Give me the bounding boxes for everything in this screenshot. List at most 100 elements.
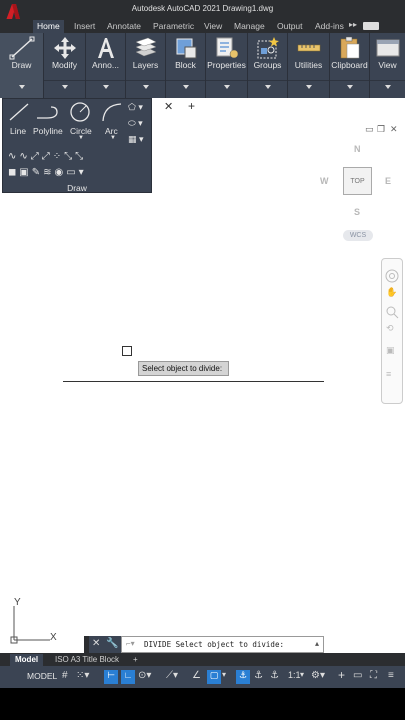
- panel-annotation-expand-icon[interactable]: [102, 85, 109, 89]
- close-command-line-icon[interactable]: ✕: [92, 638, 100, 649]
- tab-annotate[interactable]: Annotate: [103, 20, 145, 33]
- command-line-input[interactable]: ⌐▾ DIVIDE Select object to divide: ▴: [121, 636, 324, 653]
- panel-clipboard[interactable]: Clipboard: [330, 33, 370, 98]
- snap-icon[interactable]: ⁙▾: [76, 670, 89, 684]
- grid-icon[interactable]: #: [62, 670, 68, 684]
- tab-manage[interactable]: Manage: [230, 20, 269, 33]
- arc-dropdown-icon[interactable]: ▼: [110, 135, 116, 141]
- close-tab-icon[interactable]: ✕: [164, 100, 173, 113]
- circle-dropdown-icon[interactable]: ▼: [78, 135, 84, 141]
- isolate-objects-icon[interactable]: ▭: [353, 670, 362, 684]
- panel-groups-expand-icon[interactable]: [264, 85, 271, 89]
- panel-utilities-expand-icon[interactable]: [305, 85, 312, 89]
- region-tools-row[interactable]: ◼▣✎≋◉▭▾: [8, 167, 87, 178]
- wcs-menu[interactable]: WCS: [343, 230, 373, 241]
- steering-wheel-icon[interactable]: [385, 269, 399, 283]
- auto-scale-icon[interactable]: ⚓: [254, 670, 263, 684]
- tab-parametric[interactable]: Parametric: [149, 20, 198, 33]
- viewcube-west[interactable]: W: [320, 176, 329, 186]
- panel-clipboard-expand-icon[interactable]: [346, 85, 353, 89]
- isodraft-icon[interactable]: ⟋▾: [166, 670, 178, 684]
- object-snap-dropdown-icon[interactable]: ▾: [222, 670, 226, 684]
- viewport-close-icon[interactable]: ✕: [390, 124, 398, 135]
- tab-output[interactable]: Output: [273, 20, 307, 33]
- more-tabs-icon[interactable]: ▸▸: [349, 20, 357, 29]
- command-history-icon[interactable]: ▴: [315, 639, 319, 648]
- panel-groups[interactable]: Groups: [248, 33, 288, 98]
- tab-insert[interactable]: Insert: [70, 20, 99, 33]
- customize-wrench-icon[interactable]: 🔧: [106, 638, 118, 649]
- workspace-gear-icon[interactable]: ⚙▾: [311, 670, 325, 684]
- orbit-icon[interactable]: ⟲: [386, 323, 394, 334]
- object-snap-icon[interactable]: ▢: [207, 670, 221, 684]
- model-space-toggle[interactable]: MODEL: [27, 671, 57, 681]
- object-snap-tracking-icon[interactable]: ∠: [192, 670, 201, 684]
- tab-add-ins[interactable]: Add-ins: [311, 20, 348, 33]
- new-tab-icon[interactable]: +: [188, 99, 195, 113]
- viewport-minimize-icon[interactable]: ▭: [365, 124, 374, 135]
- viewcube-south[interactable]: S: [354, 207, 360, 217]
- panel-modify[interactable]: Modify: [44, 33, 86, 98]
- ortho-icon[interactable]: ∟: [121, 670, 135, 684]
- screen-bottom-bar: [0, 688, 405, 720]
- panel-block[interactable]: Block: [166, 33, 206, 98]
- panel-layers[interactable]: Layers: [126, 33, 166, 98]
- tab-view[interactable]: View: [200, 20, 226, 33]
- tab-iso-a3-title-block[interactable]: ISO A3 Title Block: [50, 654, 124, 666]
- infer-constraints-icon[interactable]: ⊢: [104, 670, 118, 684]
- polar-tracking-icon[interactable]: ⊙▾: [138, 670, 151, 684]
- panel-properties[interactable]: Properties: [206, 33, 248, 98]
- panel-draw-expand-icon[interactable]: [18, 85, 25, 89]
- annotation-scale-icon[interactable]: ⚓: [270, 670, 279, 684]
- arc-tool-icon[interactable]: [100, 101, 124, 123]
- panel-annotation[interactable]: Anno...: [86, 33, 126, 98]
- hatch-tool-icon[interactable]: ▦ ▾: [128, 134, 144, 145]
- panel-modify-divider: [44, 80, 85, 81]
- recent-commands-icon[interactable]: ⌐▾: [126, 639, 135, 648]
- drawing-canvas[interactable]: [0, 116, 405, 653]
- viewcube-top-face[interactable]: TOP: [343, 167, 372, 195]
- panel-properties-expand-icon[interactable]: [223, 85, 230, 89]
- viewcube-east[interactable]: E: [385, 176, 391, 186]
- panel-utilities[interactable]: Utilities: [288, 33, 330, 98]
- annotation-monitor-icon[interactable]: +: [338, 668, 345, 682]
- panel-layers-expand-icon[interactable]: [142, 85, 149, 89]
- fullscreen-icon[interactable]: ⛶: [370, 670, 377, 684]
- pan-icon[interactable]: ✋: [386, 287, 397, 298]
- paste-icon: [340, 36, 359, 59]
- group-icon: [257, 37, 279, 59]
- showmotion-icon[interactable]: ▣: [386, 345, 395, 356]
- tab-home[interactable]: Home: [33, 20, 64, 33]
- polyline-tool-icon[interactable]: [35, 102, 61, 122]
- line-tool-label[interactable]: Line: [10, 126, 26, 136]
- panel-modify-expand-icon[interactable]: [61, 85, 68, 89]
- polyline-tool-label[interactable]: Polyline: [33, 126, 63, 136]
- panel-block-expand-icon[interactable]: [182, 85, 189, 89]
- panel-draw[interactable]: Draw: [0, 33, 44, 98]
- annotation-scale-value[interactable]: 1:1: [288, 670, 301, 684]
- tab-model[interactable]: Model: [10, 654, 44, 666]
- viewport-restore-icon[interactable]: ❐: [377, 124, 385, 135]
- polygon-tool-icon[interactable]: ⬠ ▾: [128, 102, 143, 113]
- panel-utilities-divider: [288, 80, 329, 81]
- customization-menu-icon[interactable]: ≡: [388, 670, 394, 684]
- panel-view[interactable]: View: [370, 33, 405, 98]
- spline-tools-row[interactable]: ∿∿⤢⤢⁘⤡⤡: [8, 151, 86, 162]
- ribbon-minimize-icon[interactable]: [363, 22, 379, 30]
- panel-block-label: Block: [175, 60, 196, 70]
- annotation-visibility-icon[interactable]: ⚓: [236, 670, 250, 684]
- add-layout-icon[interactable]: +: [128, 654, 143, 666]
- zoom-icon[interactable]: [385, 305, 399, 319]
- panel-clipboard-divider: [330, 80, 369, 81]
- drawn-line-object[interactable]: [63, 381, 324, 382]
- viewcube-north[interactable]: N: [354, 144, 361, 154]
- navbar-settings-icon[interactable]: ≡: [386, 369, 391, 379]
- panel-view-expand-icon[interactable]: [384, 85, 391, 89]
- annotation-scale-dropdown-icon[interactable]: ▾: [300, 670, 304, 684]
- panel-clipboard-label: Clipboard: [331, 60, 368, 70]
- ellipse-tool-icon[interactable]: ⬭ ▾: [128, 118, 143, 129]
- title-bar: Autodesk AutoCAD 2021 Drawing1.dwg: [0, 0, 405, 23]
- circle-tool-icon[interactable]: [68, 101, 92, 123]
- line-tool-icon[interactable]: [8, 102, 30, 122]
- panel-groups-label: Groups: [253, 60, 282, 70]
